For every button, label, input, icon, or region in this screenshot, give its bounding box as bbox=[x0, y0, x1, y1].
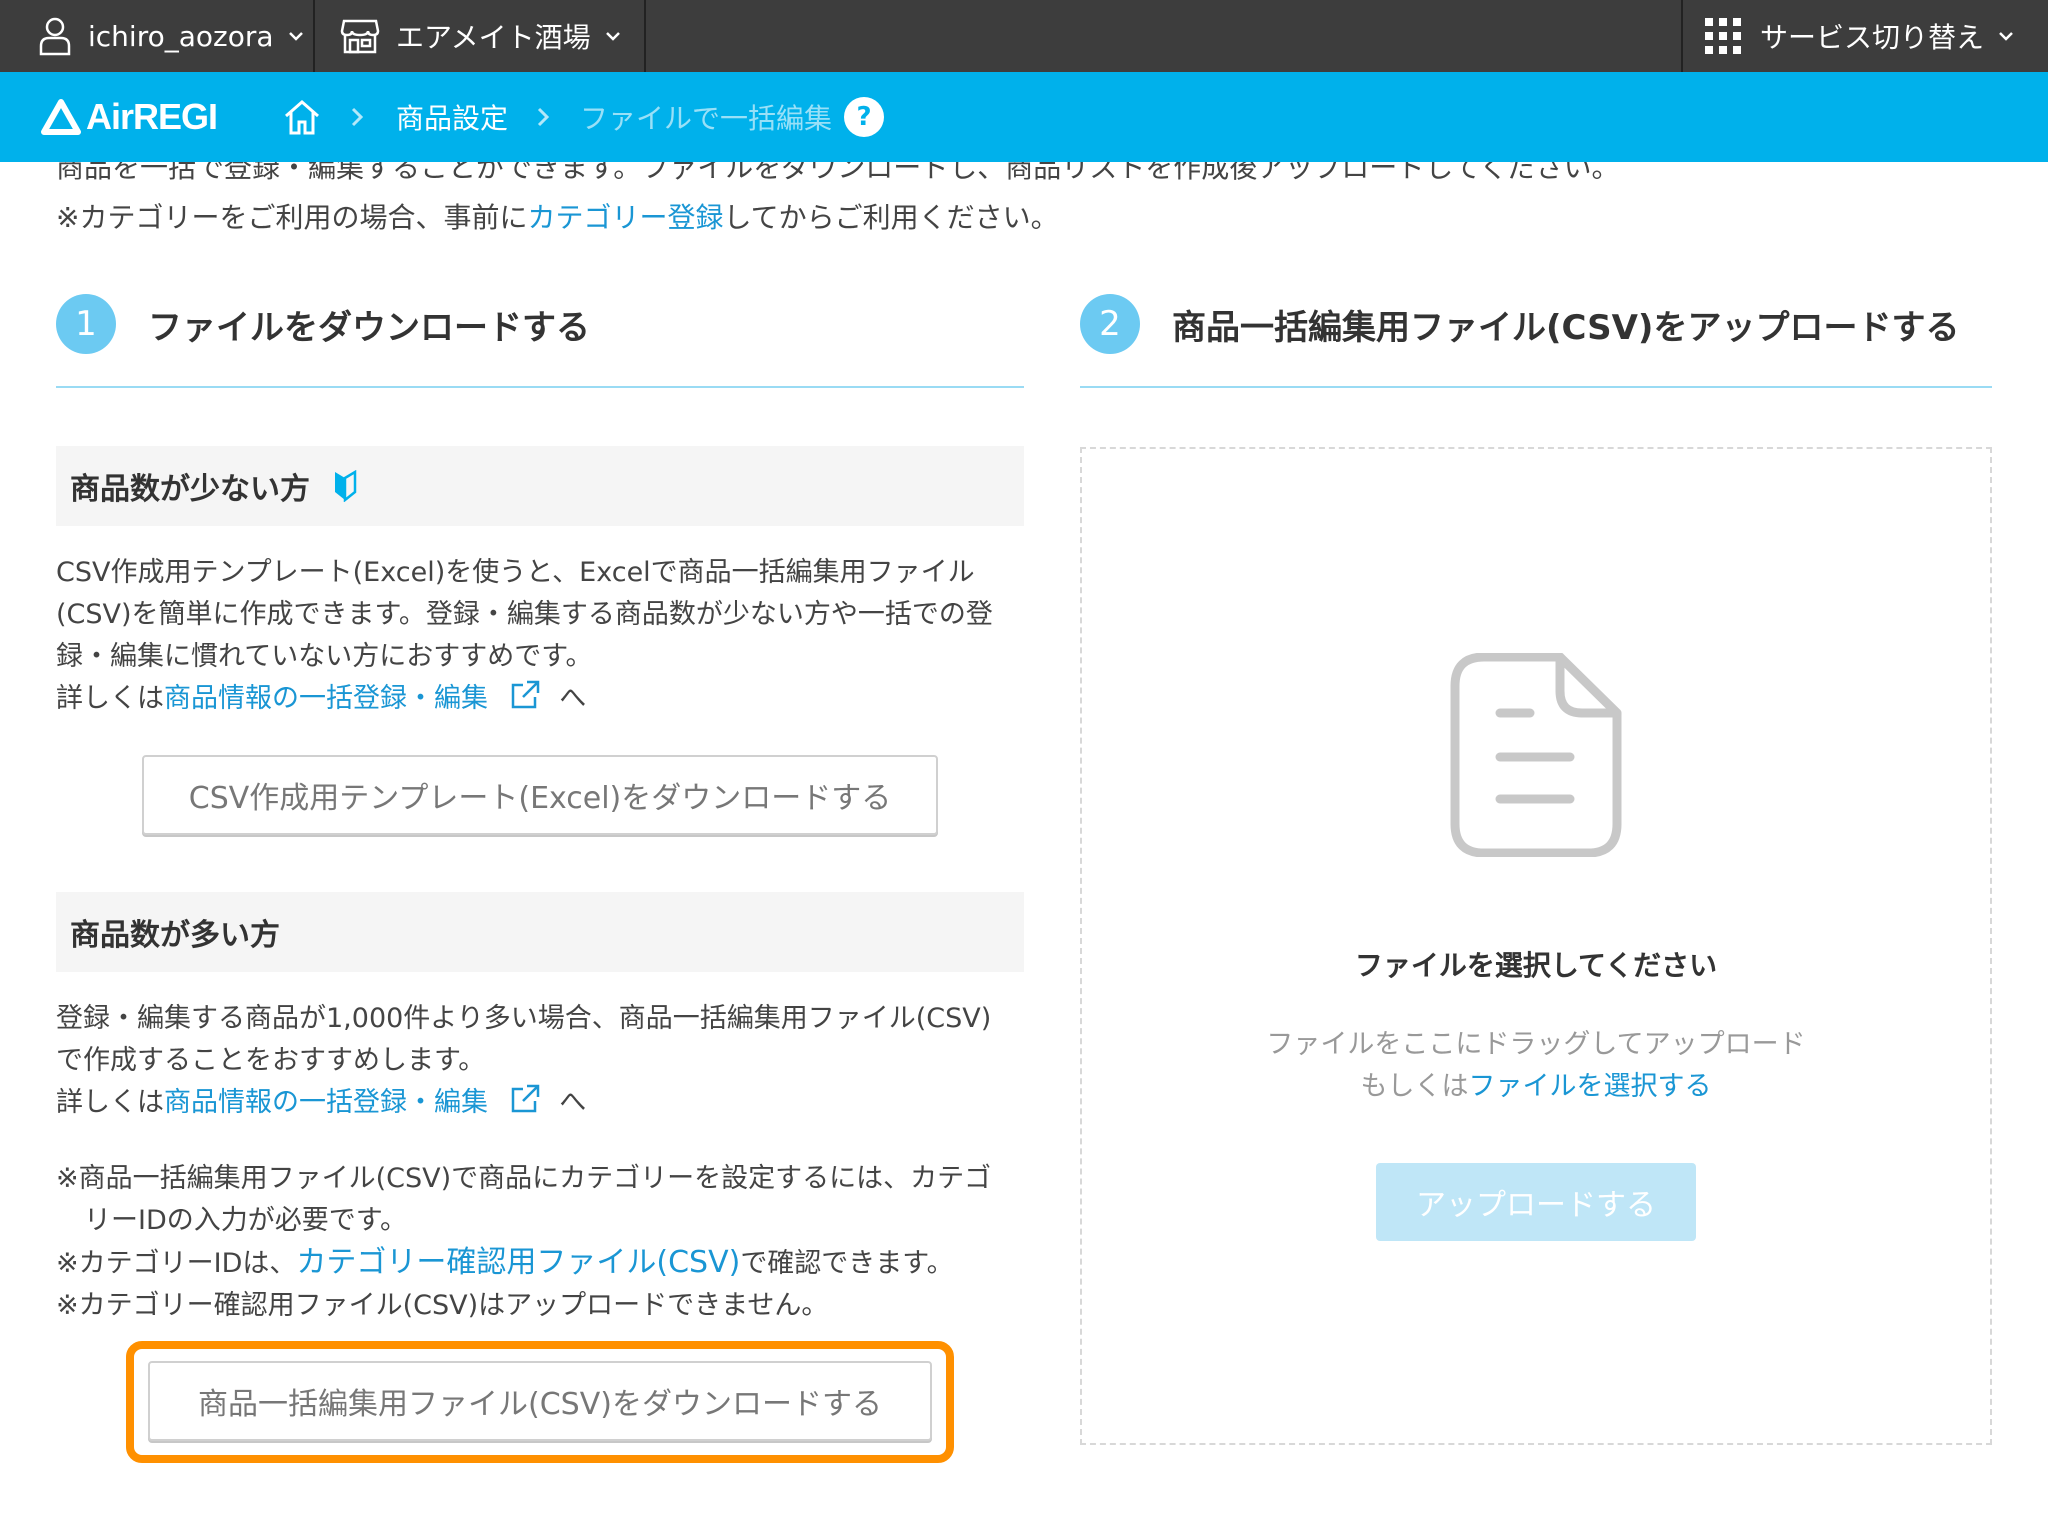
divider bbox=[313, 0, 315, 72]
download-csv-button[interactable]: 商品一括編集用ファイル(CSV)をダウンロードする bbox=[148, 1361, 932, 1441]
category-notes: ※商品一括編集用ファイル(CSV)で商品にカテゴリーを設定するには、カテゴ リー… bbox=[56, 1158, 1036, 1327]
step-1-number: 1 bbox=[56, 294, 116, 354]
logo-text: AirREGI bbox=[86, 96, 218, 137]
detail-suffix: へ bbox=[559, 1087, 587, 1118]
chevron-down-icon bbox=[288, 32, 303, 41]
breadcrumb-separator-icon bbox=[536, 94, 550, 140]
home-link[interactable] bbox=[282, 94, 322, 140]
intro-text: してからご利用ください。 bbox=[723, 201, 1059, 234]
detail-prefix: 詳しくは bbox=[56, 683, 164, 714]
section-heading-text: 商品数が少ない方 bbox=[70, 472, 310, 507]
breadcrumb-separator-icon bbox=[350, 94, 364, 140]
description-line: で作成することをおすすめします。 bbox=[56, 1045, 486, 1076]
bulk-register-help-link[interactable]: 商品情報の一括登録・編集 bbox=[164, 1087, 488, 1118]
detail-prefix: 詳しくは bbox=[56, 1087, 164, 1118]
help-icon[interactable]: ? bbox=[844, 97, 884, 137]
description-line: 録・編集に慣れていない方におすすめです。 bbox=[56, 641, 593, 672]
grid-icon bbox=[1705, 18, 1741, 54]
step-2-number: 2 bbox=[1080, 294, 1140, 354]
description-line: (CSV)を簡単に作成できます。登録・編集する商品数が少ない方や一括での登 bbox=[56, 599, 993, 630]
few-products-description: CSV作成用テンプレート(Excel)を使うと、Excelで商品一括編集用ファイ… bbox=[56, 552, 1036, 720]
select-prefix: もしくは bbox=[1360, 1071, 1469, 1102]
home-icon bbox=[285, 100, 319, 135]
document-icon bbox=[1450, 653, 1622, 857]
user-icon bbox=[39, 17, 71, 56]
bulk-register-help-link[interactable]: 商品情報の一括登録・編集 bbox=[164, 683, 488, 714]
step-2-title: 商品一括編集用ファイル(CSV)をアップロードする bbox=[1172, 308, 1960, 348]
external-link-icon[interactable] bbox=[509, 1083, 541, 1115]
airregi-logo[interactable]: AirREGI bbox=[40, 92, 218, 142]
logo-triangle-icon bbox=[41, 99, 81, 135]
select-file-link[interactable]: ファイルを選択する bbox=[1469, 1071, 1712, 1102]
description-line: 登録・編集する商品が1,000件より多い場合、商品一括編集用ファイル(CSV) bbox=[56, 1003, 992, 1034]
drop-zone-hint: ファイルをここにドラッグしてアップロード bbox=[1266, 1029, 1806, 1060]
many-products-heading: 商品数が多い方 bbox=[56, 892, 1024, 972]
service-switch-label: サービス切り替え bbox=[1760, 21, 1985, 54]
note-line: リーIDの入力が必要です。 bbox=[84, 1205, 408, 1236]
user-menu[interactable]: ichiro_aozora bbox=[38, 0, 304, 72]
note-line: ※商品一括編集用ファイル(CSV)で商品にカテゴリーを設定するには、カテゴ bbox=[56, 1163, 992, 1194]
category-register-link[interactable]: カテゴリー登録 bbox=[527, 201, 723, 234]
description-line: CSV作成用テンプレート(Excel)を使うと、Excelで商品一括編集用ファイ… bbox=[56, 557, 975, 588]
chevron-down-icon bbox=[605, 32, 620, 41]
store-name: エアメイト酒場 bbox=[396, 21, 591, 54]
breadcrumb-item-current: ファイルで一括編集 bbox=[580, 102, 833, 135]
step-2-divider bbox=[1080, 386, 1992, 388]
user-name: ichiro_aozora bbox=[88, 19, 274, 53]
beginner-mark-icon bbox=[335, 470, 357, 502]
step-1-title: ファイルをダウンロードする bbox=[148, 308, 590, 348]
section-heading-text: 商品数が多い方 bbox=[70, 918, 280, 953]
intro-text: ※カテゴリーをご利用の場合、事前に bbox=[56, 201, 528, 234]
external-link-icon[interactable] bbox=[509, 679, 541, 711]
chevron-down-icon bbox=[1999, 32, 2013, 41]
download-template-button[interactable]: CSV作成用テンプレート(Excel)をダウンロードする bbox=[142, 755, 938, 835]
breadcrumb-item-product-settings[interactable]: 商品設定 bbox=[396, 94, 508, 140]
divider bbox=[1681, 0, 1683, 72]
intro-line-2: ※カテゴリーをご利用の場合、事前にカテゴリー登録してからご利用ください。 bbox=[56, 196, 1059, 236]
note-prefix: ※カテゴリーIDは、 bbox=[56, 1248, 297, 1279]
drop-zone-select-line: もしくはファイルを選択する bbox=[1080, 1064, 1992, 1103]
detail-line: 詳しくは商品情報の一括登録・編集 へ bbox=[56, 1082, 1036, 1124]
detail-line: 詳しくは商品情報の一括登録・編集 へ bbox=[56, 678, 1036, 720]
many-products-description: 登録・編集する商品が1,000件より多い場合、商品一括編集用ファイル(CSV) … bbox=[56, 998, 1036, 1124]
top-bar: ichiro_aozora エアメイト酒場 サービス切り替え bbox=[0, 0, 2048, 72]
detail-suffix: へ bbox=[559, 683, 587, 714]
category-check-file-link[interactable]: カテゴリー確認用ファイル(CSV) bbox=[296, 1245, 740, 1280]
app-header: AirREGI 商品設定 ファイルで一括編集 bbox=[0, 72, 2048, 162]
store-icon bbox=[340, 19, 380, 54]
few-products-heading: 商品数が少ない方 bbox=[56, 446, 1024, 526]
drop-zone-title: ファイルを選択してください bbox=[1354, 949, 1718, 982]
note-suffix: で確認できます。 bbox=[740, 1248, 954, 1279]
store-menu[interactable]: エアメイト酒場 bbox=[340, 0, 621, 72]
upload-button[interactable]: アップロードする bbox=[1376, 1163, 1696, 1241]
note-line: ※カテゴリーIDは、カテゴリー確認用ファイル(CSV)で確認できます。 bbox=[56, 1242, 1036, 1285]
divider bbox=[644, 0, 646, 72]
step-1-divider bbox=[56, 386, 1024, 388]
note-line: ※カテゴリー確認用ファイル(CSV)はアップロードできません。 bbox=[56, 1290, 829, 1321]
service-switch-menu[interactable]: サービス切り替え bbox=[1704, 0, 2014, 72]
